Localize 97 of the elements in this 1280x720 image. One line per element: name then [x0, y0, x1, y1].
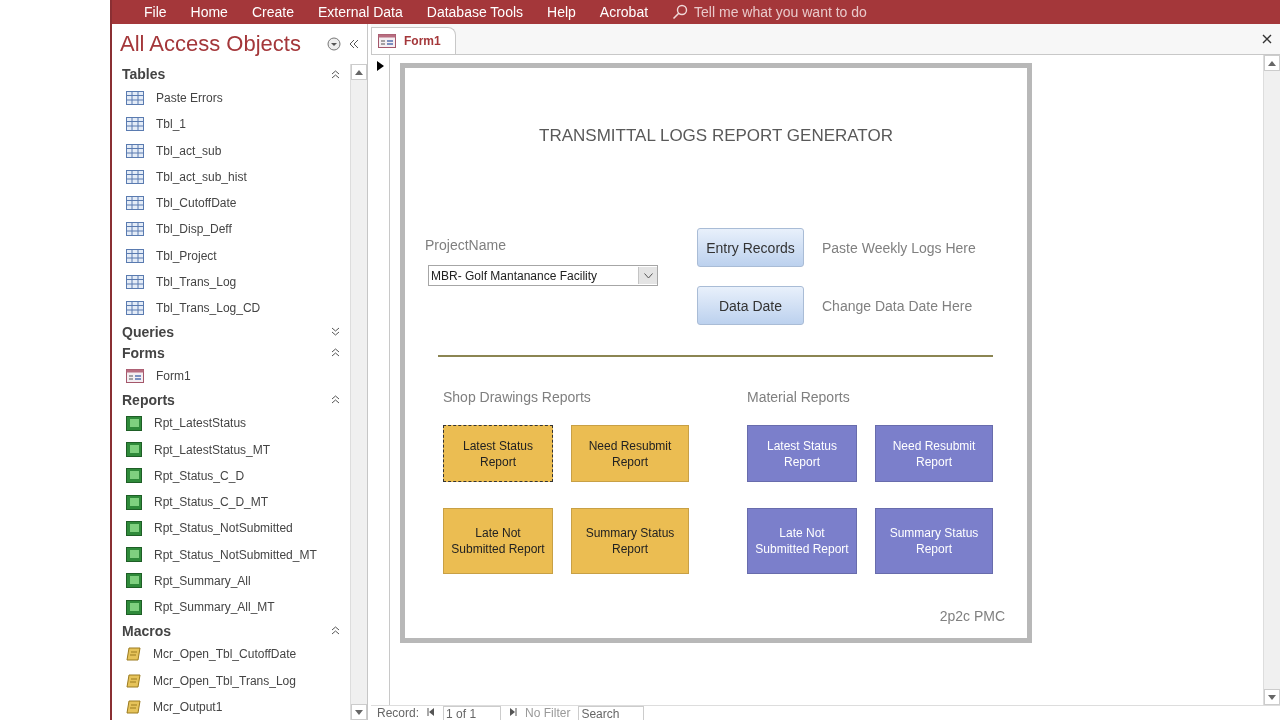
last-record-icon[interactable] — [509, 708, 518, 716]
scroll-icon — [126, 647, 141, 662]
report-button[interactable]: Summary Status Report — [875, 508, 993, 574]
report-icon — [126, 468, 142, 484]
report-button[interactable]: Latest Status Report — [443, 425, 553, 482]
report-button[interactable]: Late Not Submitted Report — [443, 508, 553, 574]
section-label: Material Reports — [747, 389, 851, 405]
section-label: Shop Drawings Reports — [443, 389, 592, 405]
navigation-item[interactable]: Tbl_act_sub_hist — [122, 163, 340, 190]
collapse-icon[interactable] — [331, 348, 340, 358]
pane-title: All Access Objects — [120, 31, 302, 57]
dropdown-icon[interactable] — [327, 37, 341, 51]
collapse-icon[interactable] — [331, 626, 340, 636]
navigation-item[interactable]: Tbl_Disp_Deff — [122, 216, 340, 243]
search-icon[interactable] — [672, 4, 689, 20]
report-button[interactable]: Late Not Submitted Report — [747, 508, 857, 574]
field-label: ProjectName — [425, 237, 507, 253]
navigation-item[interactable]: Rpt_Status_C_D_MT — [122, 489, 340, 516]
table-icon — [126, 91, 144, 105]
navigation-item[interactable]: Rpt_Status_NotSubmitted — [122, 515, 340, 542]
report-icon — [126, 547, 142, 563]
navigation-item[interactable]: Tbl_1 — [122, 111, 340, 138]
scroll-down-icon[interactable] — [1268, 694, 1276, 700]
navigation-item[interactable]: Rpt_Summary_All — [122, 567, 340, 595]
navigation-item[interactable]: Paste Errors — [122, 84, 340, 112]
table-icon — [126, 248, 144, 263]
navigation-item[interactable]: Form1 — [122, 363, 340, 390]
ribbon-tab[interactable]: Acrobat — [587, 4, 661, 20]
report-button[interactable]: Summary Status Report — [571, 508, 689, 574]
form-icon — [126, 369, 144, 384]
scroll-down-icon[interactable] — [355, 709, 363, 715]
collapse-icon[interactable] — [331, 395, 340, 405]
report-button[interactable]: Need Resubmit Report — [875, 425, 993, 482]
table-icon — [126, 222, 144, 237]
group-header[interactable]: Reports — [122, 389, 340, 411]
navigation-item[interactable]: Rpt_Status_NotSubmitted_MT — [122, 541, 340, 568]
ribbon-tab[interactable]: External Data — [305, 4, 415, 20]
report-icon — [126, 573, 142, 589]
scroll-icon — [126, 699, 141, 714]
footer-label: 2p2c PMC — [938, 608, 1006, 624]
report-button[interactable]: Need Resubmit Report — [571, 425, 689, 482]
navigation-item[interactable]: Rpt_LatestStatus_MT — [122, 436, 340, 463]
ribbon-tab[interactable]: File — [132, 4, 179, 20]
form-icon — [378, 34, 396, 48]
report-icon — [126, 599, 142, 615]
navigation-item[interactable]: Tbl_Trans_Log_CD — [122, 295, 340, 322]
record-pointer-icon — [376, 61, 384, 71]
scroll-up-icon[interactable] — [355, 69, 363, 75]
group-header[interactable]: Tables — [122, 64, 340, 85]
scrollbar[interactable] — [1263, 55, 1280, 705]
table-icon — [126, 301, 144, 316]
first-record-icon[interactable] — [427, 708, 436, 716]
close-icon[interactable] — [1262, 34, 1272, 44]
report-icon — [126, 494, 142, 510]
navigation-item[interactable]: Tbl_act_sub — [122, 137, 340, 164]
expand-icon[interactable] — [331, 327, 340, 337]
scrollbar[interactable] — [350, 64, 367, 720]
search-field[interactable]: Search — [578, 706, 645, 720]
scroll-icon — [126, 673, 141, 688]
action-button[interactable]: Data Date — [697, 286, 804, 325]
report-button[interactable]: Latest Status Report — [747, 425, 857, 482]
navigation-item[interactable]: Mcr_Open_Tbl_Trans_Log — [122, 667, 340, 694]
table-icon — [126, 169, 144, 184]
collapse-pane-icon[interactable] — [349, 39, 359, 49]
table-icon — [126, 143, 144, 158]
action-button[interactable]: Entry Records — [697, 228, 804, 267]
group-header[interactable]: Forms — [122, 342, 340, 364]
collapse-icon[interactable] — [331, 69, 340, 79]
hint-label: Change Data Date Here — [822, 297, 973, 314]
ribbon-tab[interactable]: Database Tools — [414, 4, 536, 20]
scroll-up-icon[interactable] — [1268, 60, 1276, 66]
navigation-item[interactable]: Tbl_CutoffDate — [122, 189, 340, 217]
form-title: TRANSMITTAL LOGS REPORT GENERATOR — [538, 126, 894, 146]
group-header[interactable]: Macros — [122, 620, 340, 642]
navigation-item[interactable]: Tbl_Trans_Log — [122, 268, 340, 295]
record-label: Record: — [377, 706, 420, 720]
navigation-item[interactable]: Rpt_LatestStatus — [122, 410, 340, 437]
ribbon-tab[interactable]: Create — [239, 4, 306, 20]
table-icon — [126, 117, 144, 132]
record-position-field[interactable]: 1 of 1 — [443, 706, 502, 720]
project-combo-box[interactable]: MBR- Golf Mantanance Facility — [428, 265, 658, 286]
ribbon-tab[interactable]: Help — [535, 4, 588, 20]
hint-label: Paste Weekly Logs Here — [822, 239, 976, 256]
navigation-item[interactable]: Rpt_Summary_All_MT — [122, 594, 340, 621]
document-tab[interactable]: Form1 — [371, 27, 456, 54]
search-field[interactable]: Tell me what you want to do — [694, 4, 867, 20]
navigation-item[interactable]: Mcr_Output1 — [122, 693, 340, 720]
navigation-item[interactable]: Tbl_Project — [122, 242, 340, 269]
navigation-item[interactable]: Rpt_Status_C_D — [122, 462, 340, 489]
report-icon — [126, 520, 142, 536]
table-icon — [126, 274, 144, 289]
table-icon — [126, 196, 144, 211]
report-icon — [126, 442, 142, 458]
navigation-item[interactable]: Mcr_Open_Tbl_CutoffDate — [122, 641, 340, 668]
report-icon — [126, 415, 142, 431]
group-header[interactable]: Queries — [122, 321, 340, 343]
ribbon-tab[interactable]: Home — [178, 4, 240, 20]
